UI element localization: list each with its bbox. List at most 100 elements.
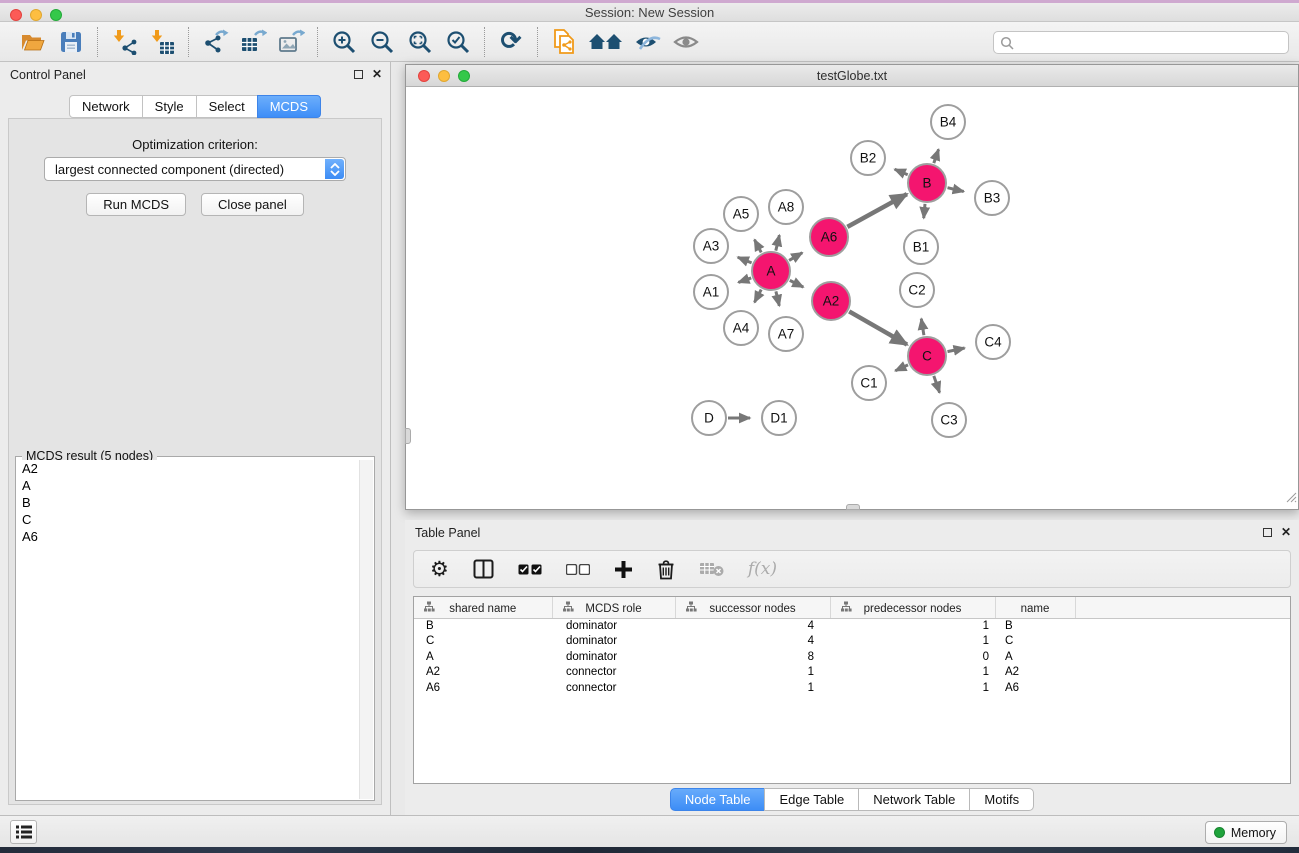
table-row[interactable]: Bdominator41B: [414, 618, 1290, 634]
open-session-icon[interactable]: [18, 27, 48, 57]
cell-predecessor_nodes[interactable]: 1: [830, 665, 995, 681]
tab-motifs[interactable]: Motifs: [969, 788, 1034, 811]
edge-C-C2[interactable]: [921, 319, 924, 336]
resize-grip-icon[interactable]: [1284, 490, 1297, 508]
cell-shared_name[interactable]: A: [414, 649, 552, 665]
show-columns-icon[interactable]: [473, 554, 494, 584]
tab-node-table[interactable]: Node Table: [670, 788, 766, 811]
refresh-layout-icon[interactable]: ⟳: [496, 27, 526, 57]
cell-predecessor_nodes[interactable]: 1: [830, 618, 995, 634]
import-table-icon[interactable]: [147, 27, 177, 57]
tab-network-table[interactable]: Network Table: [858, 788, 970, 811]
export-network-icon[interactable]: [200, 27, 230, 57]
edge-A-A7[interactable]: [776, 291, 779, 305]
import-network-icon[interactable]: [109, 27, 139, 57]
zoom-out-icon[interactable]: [367, 27, 397, 57]
network-canvas[interactable]: B4B2BB3A5A8A6B1A3AA1C2A2A4A7C4CC1C3DD1: [406, 87, 1298, 509]
edge-A-A2[interactable]: [790, 280, 804, 287]
unselect-all-columns-icon[interactable]: [566, 554, 590, 584]
network-window-titlebar[interactable]: testGlobe.txt: [406, 65, 1298, 87]
tab-edge-table[interactable]: Edge Table: [764, 788, 859, 811]
split-divider-handle[interactable]: [846, 504, 860, 510]
result-item[interactable]: A: [17, 477, 359, 494]
result-item[interactable]: C: [17, 511, 359, 528]
edge-A-A8[interactable]: [776, 235, 780, 250]
select-all-columns-icon[interactable]: [518, 554, 542, 584]
criterion-dropdown[interactable]: largest connected component (directed): [44, 157, 346, 181]
edge-C-C3[interactable]: [934, 376, 940, 393]
edge-B-B3[interactable]: [948, 188, 964, 192]
cell-mcds_role[interactable]: dominator: [552, 634, 675, 650]
split-divider-handle[interactable]: [405, 428, 411, 444]
result-item[interactable]: A2: [17, 460, 359, 477]
cell-mcds_role[interactable]: connector: [552, 680, 675, 696]
export-image-icon[interactable]: [276, 27, 306, 57]
edge-B-B1[interactable]: [924, 204, 925, 218]
cell-shared_name[interactable]: A6: [414, 680, 552, 696]
cell-successor_nodes[interactable]: 1: [675, 665, 830, 681]
table-row[interactable]: A2connector11A2: [414, 665, 1290, 681]
table-row[interactable]: Cdominator41C: [414, 634, 1290, 650]
edge-A2-C[interactable]: [849, 311, 907, 344]
network-graph[interactable]: B4B2BB3A5A8A6B1A3AA1C2A2A4A7C4CC1C3DD1: [406, 87, 1298, 509]
column-header-shared-name[interactable]: shared name: [414, 597, 552, 618]
cell-name[interactable]: B: [995, 618, 1075, 634]
tab-style[interactable]: Style: [142, 95, 197, 118]
cell-successor_nodes[interactable]: 1: [675, 680, 830, 696]
cell-name[interactable]: A6: [995, 680, 1075, 696]
cell-name[interactable]: C: [995, 634, 1075, 650]
clone-network-icon[interactable]: [549, 27, 579, 57]
table-row[interactable]: A6connector11A6: [414, 680, 1290, 696]
run-mcds-button[interactable]: Run MCDS: [86, 193, 186, 216]
cell-mcds_role[interactable]: dominator: [552, 649, 675, 665]
add-column-icon[interactable]: [614, 554, 633, 584]
column-settings-gear-icon[interactable]: ⚙: [430, 554, 449, 584]
cell-shared_name[interactable]: B: [414, 618, 552, 634]
float-panel-icon[interactable]: [1263, 528, 1272, 537]
cell-predecessor_nodes[interactable]: 1: [830, 634, 995, 650]
edge-C-C4[interactable]: [948, 348, 965, 352]
close-panel-icon[interactable]: ✕: [372, 68, 382, 80]
node-table[interactable]: shared nameMCDS rolesuccessor nodesprede…: [414, 597, 1290, 696]
result-scrollbar[interactable]: [359, 460, 373, 799]
edge-A-A5[interactable]: [755, 240, 762, 253]
close-panel-button[interactable]: Close panel: [201, 193, 304, 216]
column-header-mcds-role[interactable]: MCDS role: [552, 597, 675, 618]
edge-B-B2[interactable]: [895, 169, 908, 175]
edge-B-B4[interactable]: [934, 149, 939, 163]
function-builder-icon[interactable]: f(x): [748, 554, 777, 584]
zoom-in-icon[interactable]: [329, 27, 359, 57]
cell-successor_nodes[interactable]: 8: [675, 649, 830, 665]
edge-C-C1[interactable]: [895, 365, 908, 371]
result-item[interactable]: A6: [17, 528, 359, 545]
zoom-selected-icon[interactable]: [443, 27, 473, 57]
edge-A-A3[interactable]: [738, 257, 752, 263]
cell-mcds_role[interactable]: connector: [552, 665, 675, 681]
memory-button[interactable]: Memory: [1205, 821, 1287, 844]
cell-successor_nodes[interactable]: 4: [675, 634, 830, 650]
app-titlebar[interactable]: Session: New Session: [0, 3, 1299, 22]
delete-table-icon[interactable]: [699, 554, 724, 584]
tab-network[interactable]: Network: [69, 95, 143, 118]
cell-mcds_role[interactable]: dominator: [552, 618, 675, 634]
cell-shared_name[interactable]: A2: [414, 665, 552, 681]
export-table-icon[interactable]: [238, 27, 268, 57]
cell-successor_nodes[interactable]: 4: [675, 618, 830, 634]
zoom-fit-icon[interactable]: [405, 27, 435, 57]
result-item[interactable]: B: [17, 494, 359, 511]
edge-A-A1[interactable]: [738, 278, 751, 283]
task-history-button[interactable]: [10, 820, 37, 844]
delete-column-trash-icon[interactable]: [657, 554, 675, 584]
cell-name[interactable]: A: [995, 649, 1075, 665]
edge-A-A4[interactable]: [755, 290, 762, 303]
cell-shared_name[interactable]: C: [414, 634, 552, 650]
tab-mcds[interactable]: MCDS: [257, 95, 321, 118]
float-panel-icon[interactable]: [354, 70, 363, 79]
cell-predecessor_nodes[interactable]: 1: [830, 680, 995, 696]
hide-graphics-details-icon[interactable]: [633, 27, 663, 57]
mcds-result-list[interactable]: A2ABCA6: [17, 460, 359, 799]
column-header-successor-nodes[interactable]: successor nodes: [675, 597, 830, 618]
edge-A-A6[interactable]: [789, 253, 802, 261]
cell-name[interactable]: A2: [995, 665, 1075, 681]
save-session-icon[interactable]: [56, 27, 86, 57]
